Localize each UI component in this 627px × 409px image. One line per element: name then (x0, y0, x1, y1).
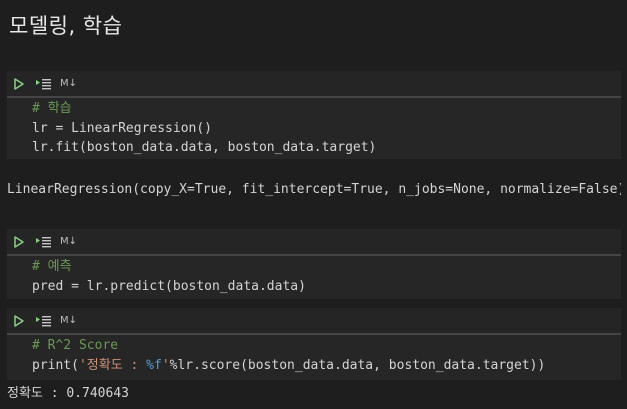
code-comment: # 예측 (32, 259, 72, 274)
markdown-heading: 모델링, 학습 (9, 14, 123, 38)
run-by-line-icon[interactable] (35, 313, 53, 329)
print-call: print( (32, 358, 79, 373)
code-cell-train[interactable]: M↓ # 학습 lr = LinearRegression() lr.fit(b… (7, 71, 627, 159)
code-line-print: print('정확도 : %f'%lr.score(boston_data.da… (32, 357, 545, 375)
code-cell-predict[interactable]: M↓ # 예측 pred = lr.predict(boston_data.da… (7, 229, 627, 299)
cell-editor[interactable]: # 학습 lr = LinearRegression() lr.fit(bost… (7, 96, 627, 159)
cell-editor[interactable]: # R^2 Score print('정확도 : %f'%lr.score(bo… (7, 333, 627, 380)
code-line: lr = LinearRegression() (32, 121, 213, 136)
cell-output: LinearRegression(copy_X=True, fit_interc… (7, 182, 626, 197)
code-rest: %lr.score(boston_data.data, boston_data.… (169, 358, 546, 373)
code-line: pred = lr.predict(boston_data.data) (32, 279, 306, 294)
code-comment: # 학습 (32, 101, 72, 116)
cell-toolbar: M↓ (7, 71, 627, 96)
format-specifier: %f (146, 358, 162, 373)
code-line: lr.fit(boston_data.data, boston_data.tar… (32, 140, 377, 155)
cell-output: 정확도 : 0.740643 (7, 386, 129, 401)
code-cell-score[interactable]: M↓ # R^2 Score print('정확도 : %f'%lr.score… (7, 308, 627, 380)
run-cell-icon[interactable] (11, 76, 27, 92)
run-cell-icon[interactable] (11, 313, 27, 329)
vertical-scrollbar[interactable] (621, 0, 627, 409)
string-literal: '정확도 : (78, 358, 147, 373)
markdown-badge[interactable]: M↓ (60, 315, 77, 326)
cell-toolbar: M↓ (7, 308, 627, 333)
code-comment: # R^2 Score (32, 338, 119, 353)
markdown-badge[interactable]: M↓ (60, 236, 77, 247)
cell-editor[interactable]: # 예측 pred = lr.predict(boston_data.data) (7, 254, 627, 299)
run-by-line-icon[interactable] (35, 234, 53, 250)
markdown-badge[interactable]: M↓ (60, 78, 77, 89)
cell-toolbar: M↓ (7, 229, 627, 254)
run-by-line-icon[interactable] (35, 76, 53, 92)
string-quote: ' (161, 358, 170, 373)
run-cell-icon[interactable] (11, 234, 27, 250)
